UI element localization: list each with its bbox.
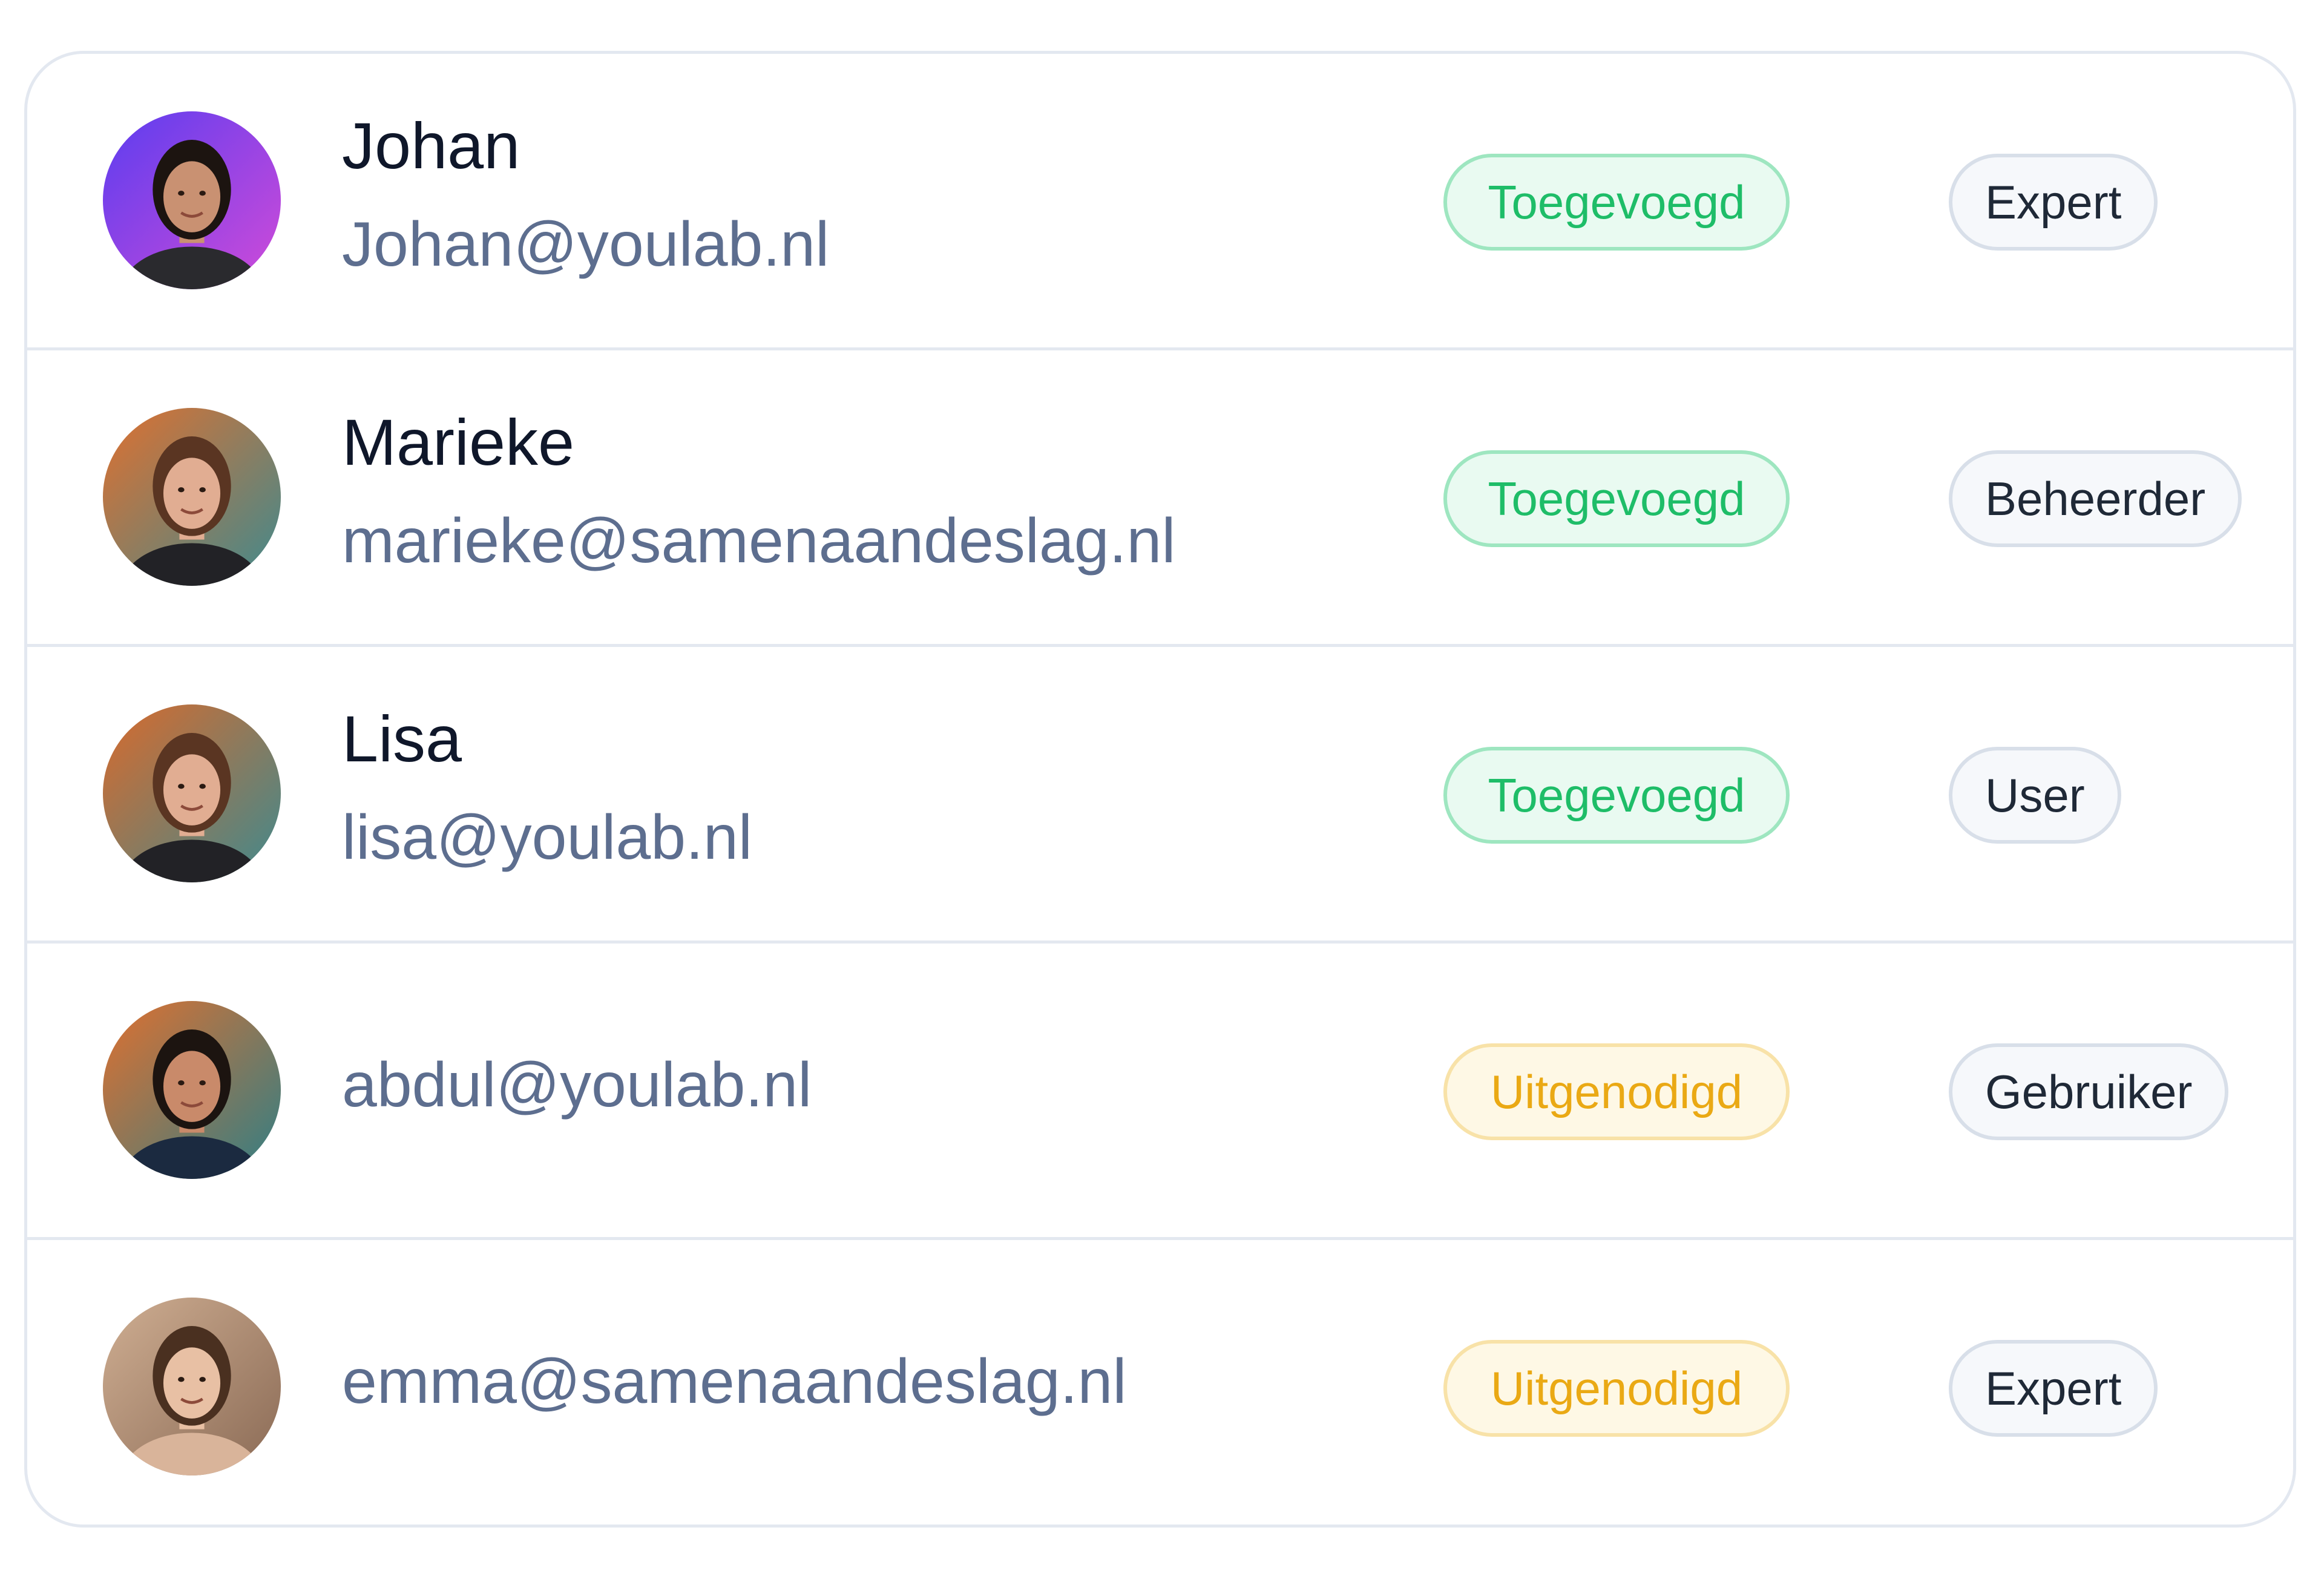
status-badge: Uitgenodigd	[1443, 1043, 1790, 1140]
role-badge[interactable]: Expert	[1949, 154, 2158, 251]
member-name: Johan	[342, 109, 520, 182]
member-row[interactable]: Johan Johan@youlab.nl Toegevoegd Expert	[27, 54, 2293, 350]
role-badge[interactable]: Expert	[1949, 1340, 2158, 1437]
member-list-card: Johan Johan@youlab.nl Toegevoegd Expert …	[24, 51, 2296, 1528]
member-name: Marieke	[342, 405, 575, 479]
member-email: lisa@youlab.nl	[342, 802, 752, 873]
status-badge: Toegevoegd	[1443, 154, 1790, 251]
role-badge[interactable]: Gebruiker	[1949, 1043, 2229, 1140]
avatar-man-colorful-bg	[103, 1001, 281, 1179]
member-email: marieke@samenaandeslag.nl	[342, 506, 1176, 576]
status-badge: Toegevoegd	[1443, 450, 1790, 547]
role-badge[interactable]: User	[1949, 747, 2121, 844]
member-name: Lisa	[342, 702, 462, 775]
member-row[interactable]: emma@samenaandeslag.nl Uitgenodigd Exper…	[27, 1240, 2293, 1525]
avatar-woman-colorful-bg	[103, 704, 281, 882]
status-badge: Uitgenodigd	[1443, 1340, 1790, 1437]
status-badge: Toegevoegd	[1443, 747, 1790, 844]
member-list: Johan Johan@youlab.nl Toegevoegd Expert …	[27, 54, 2293, 1525]
avatar-woman-colorful-bg	[103, 408, 281, 586]
member-row[interactable]: abdul@youlab.nl Uitgenodigd Gebruiker	[27, 944, 2293, 1240]
member-row[interactable]: Lisa lisa@youlab.nl Toegevoegd User	[27, 647, 2293, 944]
avatar-man-purple-bg	[103, 111, 281, 289]
member-email: Johan@youlab.nl	[342, 209, 830, 280]
member-email: emma@samenaandeslag.nl	[342, 1347, 1127, 1417]
avatar-woman-neutral-bg	[103, 1298, 281, 1475]
role-badge[interactable]: Beheerder	[1949, 450, 2242, 547]
member-email: abdul@youlab.nl	[342, 1050, 812, 1120]
member-row[interactable]: Marieke marieke@samenaandeslag.nl Toegev…	[27, 350, 2293, 647]
